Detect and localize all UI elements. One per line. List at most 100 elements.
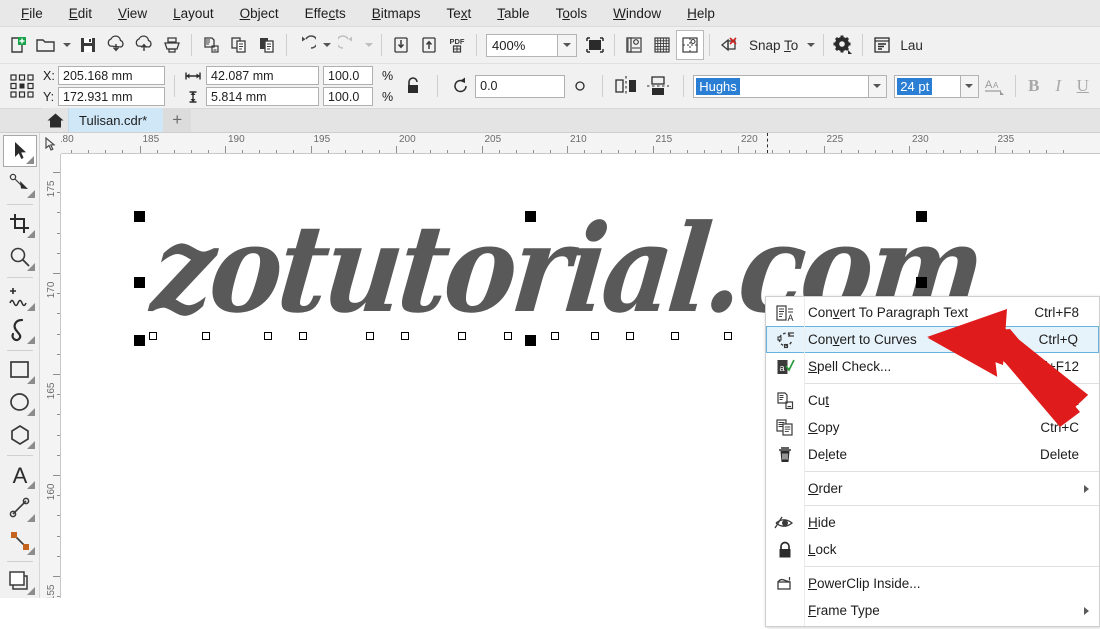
publish-pdf-icon[interactable]: PDF [443, 30, 471, 60]
sidebar-item-rectangle-tool[interactable] [3, 354, 37, 386]
sidebar-item-shape-tool[interactable] [3, 168, 37, 200]
height-input[interactable]: 5.814 mm [206, 87, 319, 106]
sidebar-item-zoom-tool[interactable] [3, 241, 37, 273]
text-node-handle[interactable] [149, 332, 157, 340]
sidebar-item-dropshadow-tool[interactable] [3, 565, 37, 597]
redo-dropdown-icon[interactable] [362, 30, 376, 60]
text-node-handle[interactable] [202, 332, 210, 340]
print-icon[interactable] [158, 30, 186, 60]
x-position-input[interactable]: 205.168 mm [58, 66, 165, 85]
new-document-icon[interactable] [4, 30, 32, 60]
document-tab[interactable]: Tulisan.cdr* [68, 108, 164, 132]
scale-vertical-input[interactable]: 100.0 [323, 87, 373, 106]
snap-to-label[interactable]: Snap To [743, 38, 804, 53]
menu-object[interactable]: Object [227, 2, 292, 25]
sidebar-item-ellipse-tool[interactable] [3, 387, 37, 419]
sidebar-item-artistic-media-tool[interactable] [3, 314, 37, 346]
underline-button[interactable]: U [1071, 76, 1096, 96]
font-size-dropdown-icon[interactable] [960, 74, 979, 98]
undo-icon[interactable] [292, 30, 320, 60]
menu-table[interactable]: Table [484, 2, 542, 25]
snap-to-dropdown-icon[interactable] [804, 30, 818, 60]
fullscreen-preview-icon[interactable] [581, 30, 609, 60]
context-menu[interactable]: A Convert To Paragraph Text Ctrl+F8 Convert… [765, 296, 1100, 627]
selection-handle-bm[interactable] [525, 335, 536, 346]
context-menu-item-hide[interactable]: Hide [766, 509, 1099, 536]
home-icon[interactable] [42, 108, 68, 132]
text-node-handle[interactable] [551, 332, 559, 340]
save-icon[interactable] [74, 30, 102, 60]
context-menu-item-cut[interactable]: Cut Ctrl+X [766, 387, 1099, 414]
zoom-level-input[interactable]: 400% [486, 33, 558, 57]
selection-handle-tm[interactable] [525, 211, 536, 222]
text-node-handle[interactable] [671, 332, 679, 340]
text-node-handle[interactable] [366, 332, 374, 340]
sidebar-item-text-tool[interactable]: A [3, 459, 37, 491]
bold-button[interactable]: B [1022, 76, 1047, 96]
context-menu-item-powerclip-inside[interactable]: PowerClip Inside... [766, 570, 1099, 597]
text-node-handle[interactable] [401, 332, 409, 340]
lock-ratio-icon[interactable] [398, 74, 428, 98]
selection-handle-bl[interactable] [134, 335, 145, 346]
y-position-input[interactable]: 172.931 mm [58, 87, 165, 106]
open-document-icon[interactable] [32, 30, 60, 60]
font-size-value[interactable]: 24 pt [897, 77, 933, 95]
menu-layout[interactable]: Layout [160, 2, 227, 25]
text-node-handle[interactable] [591, 332, 599, 340]
context-menu-item-copy[interactable]: Copy Ctrl+C [766, 414, 1099, 441]
undo-dropdown-icon[interactable] [320, 30, 334, 60]
copy-icon[interactable] [225, 30, 253, 60]
mirror-horizontal-icon[interactable] [610, 71, 642, 101]
sidebar-item-dimension-tool[interactable] [3, 492, 37, 524]
selection-handle-ml[interactable] [134, 277, 145, 288]
scale-horizontal-input[interactable]: 100.0 [323, 66, 373, 85]
context-menu-item-convert-to-curves[interactable]: Convert to Curves Ctrl+Q [766, 326, 1099, 353]
zoom-dropdown-icon[interactable] [558, 33, 577, 57]
zoom-level-combo[interactable]: 400% [486, 33, 577, 57]
import-icon[interactable] [102, 30, 130, 60]
text-node-handle[interactable] [264, 332, 272, 340]
context-menu-item-order[interactable]: Order [766, 475, 1099, 502]
sidebar-item-polygon-tool[interactable] [3, 419, 37, 451]
menu-text[interactable]: Text [434, 2, 485, 25]
sidebar-item-connector-tool[interactable] [3, 525, 37, 557]
context-menu-item-frame-type[interactable]: Frame Type [766, 597, 1099, 624]
context-menu-item-spell-check[interactable]: a Spell Check... Ctrl+F12 [766, 353, 1099, 380]
menu-view[interactable]: View [105, 2, 160, 25]
width-input[interactable]: 42.087 mm [206, 66, 319, 85]
grid-icon[interactable] [648, 30, 676, 60]
font-size-combo[interactable]: 24 pt [894, 74, 961, 98]
sidebar-item-crop-tool[interactable] [3, 208, 37, 240]
object-origin-icon[interactable] [5, 72, 39, 100]
import-file-icon[interactable] [387, 30, 415, 60]
guidelines-icon[interactable] [676, 30, 704, 60]
text-node-handle[interactable] [724, 332, 732, 340]
text-size-increase-icon[interactable]: A A [979, 71, 1009, 101]
menu-file[interactable]: File [8, 2, 56, 25]
rotation-angle-input[interactable]: 0.0 [475, 74, 566, 98]
sidebar-item-freehand-tool[interactable] [3, 281, 37, 313]
text-node-handle[interactable] [299, 332, 307, 340]
italic-button[interactable]: I [1046, 76, 1071, 96]
vertical-ruler[interactable]: 175 170 165 160 155 [40, 154, 61, 598]
cut-icon[interactable] [197, 30, 225, 60]
paste-icon[interactable] [253, 30, 281, 60]
redo-icon[interactable] [334, 30, 362, 60]
launch-label[interactable]: Lau [896, 38, 923, 53]
font-name-dropdown-icon[interactable] [868, 74, 887, 98]
font-name-value[interactable]: Hughs [696, 77, 740, 95]
mirror-vertical-icon[interactable] [642, 71, 674, 101]
selection-handle-tr[interactable] [916, 211, 927, 222]
launch-app-icon[interactable] [868, 30, 896, 60]
menu-window[interactable]: Window [600, 2, 674, 25]
context-menu-item-convert-to-paragraph-text[interactable]: A Convert To Paragraph Text Ctrl+F8 [766, 299, 1099, 326]
rulers-icon[interactable] [620, 30, 648, 60]
text-node-handle[interactable] [626, 332, 634, 340]
context-menu-item-delete[interactable]: Delete Delete [766, 441, 1099, 468]
snap-off-icon[interactable] [715, 30, 743, 60]
open-dropdown-icon[interactable] [60, 30, 74, 60]
ruler-origin-corner[interactable] [40, 133, 61, 154]
options-gear-icon[interactable] [829, 30, 857, 60]
selection-handle-tl[interactable] [134, 211, 145, 222]
sidebar-item-pick-tool[interactable] [2, 135, 37, 168]
